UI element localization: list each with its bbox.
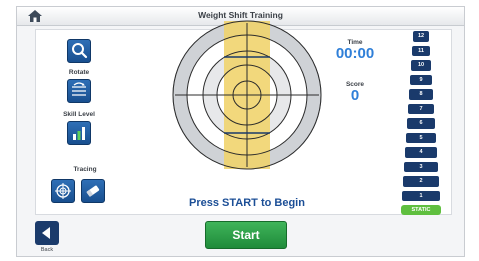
level-9-button[interactable]: 9: [410, 74, 432, 85]
skill-level-button[interactable]: [67, 121, 91, 145]
skill-level-label: Skill Level: [63, 111, 95, 118]
rotate-button[interactable]: [67, 79, 91, 103]
rotate-label: Rotate: [68, 69, 90, 76]
level-5-button[interactable]: 5: [406, 132, 436, 143]
bar-chart-icon: [73, 127, 85, 140]
level-12-button[interactable]: 12: [413, 31, 429, 42]
tracing-label: Tracing: [73, 166, 97, 173]
level-3-button[interactable]: 3: [404, 161, 438, 172]
level-10-button[interactable]: 10: [411, 60, 431, 71]
level-4-button[interactable]: 4: [405, 147, 437, 158]
app-frame: Weight Shift Training Rotate Skill Level…: [16, 6, 465, 257]
level-6-button[interactable]: 6: [407, 118, 435, 129]
level-selector: 12 11 10 9 8 7 6 5 4 3 2 1 STATIC: [401, 31, 441, 215]
back-button[interactable]: [35, 221, 59, 245]
eraser-icon: [86, 185, 100, 197]
level-7-button[interactable]: 7: [408, 103, 434, 114]
level-8-button[interactable]: 8: [409, 89, 433, 100]
start-button[interactable]: Start: [205, 221, 287, 249]
crosshair-icon: [55, 183, 71, 199]
tracing-target-button[interactable]: [51, 179, 75, 203]
back-label: Back: [40, 247, 54, 253]
static-button[interactable]: STATIC: [401, 205, 441, 215]
rotate-grid-icon: [72, 82, 86, 96]
balance-target: [172, 20, 322, 170]
magnifier-icon: [72, 43, 88, 59]
start-prompt: Press START to Begin: [189, 197, 305, 209]
tracing-erase-button[interactable]: [81, 179, 105, 203]
score-value: 0: [350, 87, 360, 104]
level-1-button[interactable]: 1: [402, 190, 440, 201]
level-2-button[interactable]: 2: [403, 176, 439, 187]
time-value: 00:00: [335, 45, 375, 62]
level-11-button[interactable]: 11: [412, 45, 430, 56]
back-arrow-icon: [42, 227, 50, 239]
zoom-button[interactable]: [67, 39, 91, 63]
